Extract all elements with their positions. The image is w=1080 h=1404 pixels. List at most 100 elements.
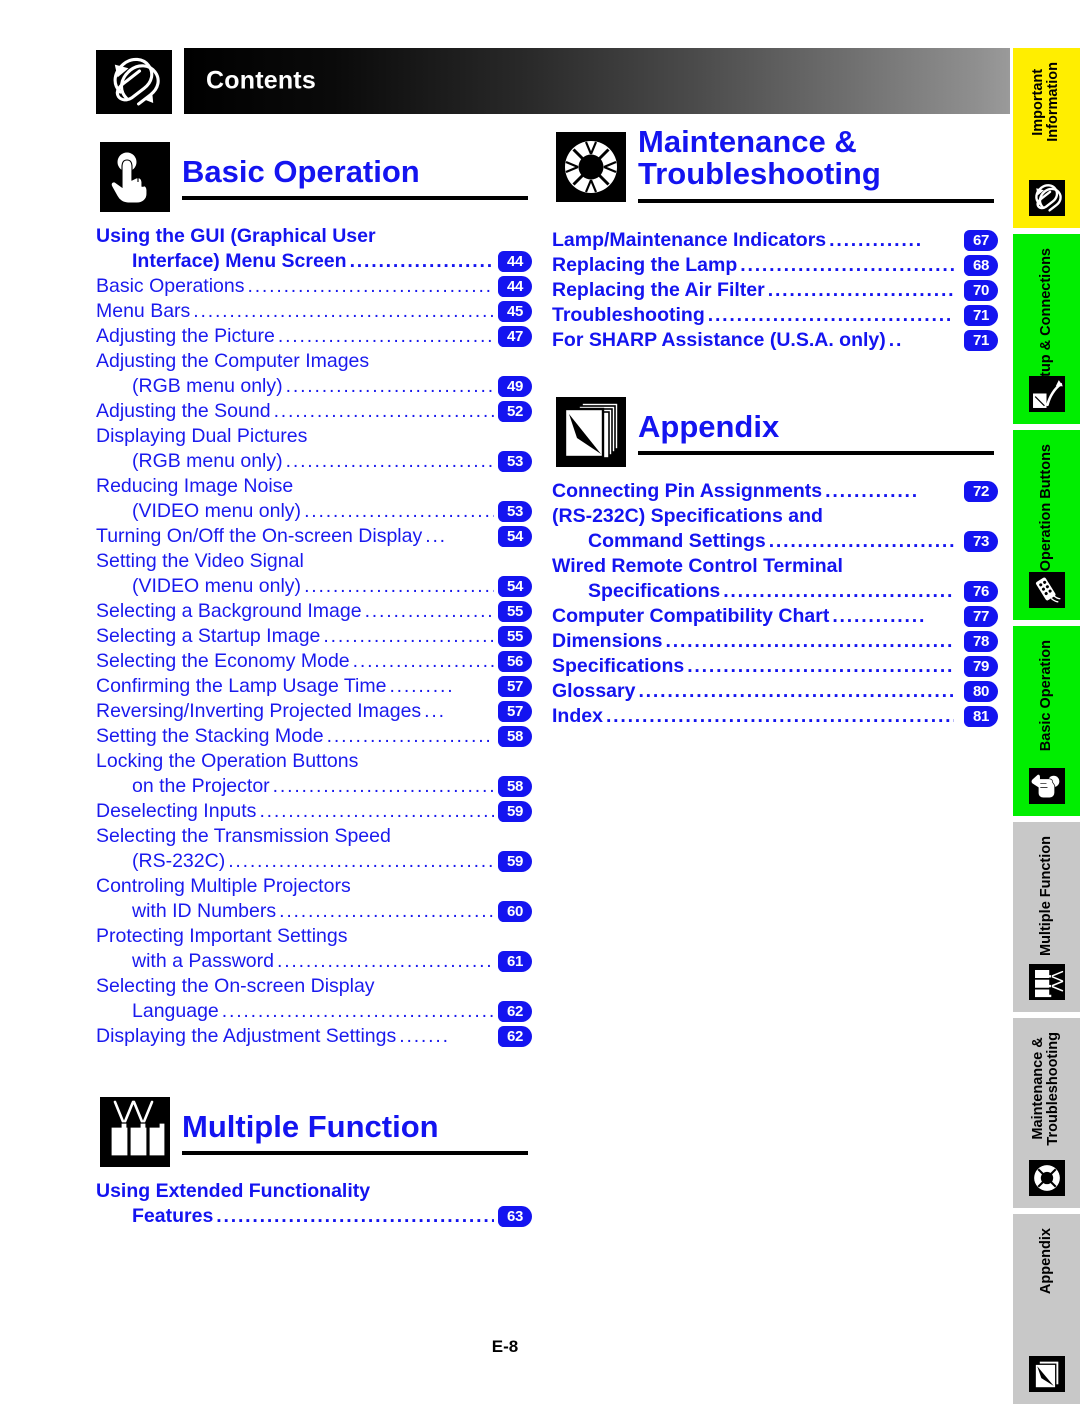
- toc-entry[interactable]: Setting the Video Signal ......: [96, 549, 532, 574]
- toc-entry-text: with ID Numbers: [132, 900, 277, 922]
- toc-entry[interactable]: Locking the Operation Buttons ......: [96, 749, 532, 774]
- toc-entry[interactable]: Wired Remote Control Terminal ......: [552, 554, 998, 579]
- toc-page-number: [498, 976, 532, 997]
- toc-entry[interactable]: Adjusting the Picture ..................…: [96, 324, 532, 349]
- toc-entry[interactable]: Selecting the Economy Mode .............…: [96, 649, 532, 674]
- toc-entry-text: Adjusting the Sound: [96, 400, 271, 422]
- toc-entry[interactable]: (VIDEO menu only) ......................…: [96, 499, 532, 524]
- leader-dots: ........................................…: [216, 1206, 494, 1227]
- toc-entry[interactable]: Language ...............................…: [96, 999, 532, 1024]
- toc-entry[interactable]: Displaying the Adjustment Settings .....…: [96, 1024, 532, 1049]
- toc-entry[interactable]: Dimensions .............................…: [552, 629, 998, 654]
- toc-entry-text: Setting the Stacking Mode: [96, 725, 324, 747]
- toc-page-number: [498, 876, 532, 897]
- toc-entry[interactable]: Selecting the Transmission Speed ......: [96, 824, 532, 849]
- toc-entry[interactable]: Troubleshooting ........................…: [552, 303, 998, 328]
- toc-entry[interactable]: Selecting a Background Image ...........…: [96, 599, 532, 624]
- sidebar-tab-operation-buttons[interactable]: Operation Buttons: [1013, 430, 1080, 620]
- toc-entry-text: Troubleshooting: [552, 304, 705, 326]
- paperclip-icon: [96, 50, 172, 114]
- toc-entry-text: Specifications: [588, 580, 721, 602]
- toc-entry[interactable]: Interface) Menu Screen .................…: [96, 249, 532, 274]
- toc-entry[interactable]: (RGB menu only) ........................…: [96, 374, 532, 399]
- toc-entry[interactable]: Index ..................................…: [552, 704, 998, 729]
- toc-page-number: 53: [498, 501, 532, 522]
- section-appendix: Appendix Connecting Pin Assignments ....…: [552, 395, 998, 727]
- leader-dots: ........................................…: [665, 631, 954, 652]
- toc-page-number: 44: [498, 251, 532, 272]
- toc-entry[interactable]: Menu Bars ..............................…: [96, 299, 532, 324]
- toc-entry[interactable]: Replacing the Air Filter ...............…: [552, 278, 998, 303]
- toc-entry[interactable]: Lamp/Maintenance Indicators ............…: [552, 228, 998, 253]
- toc-page-number: [498, 551, 532, 572]
- toc-entry[interactable]: Protecting Important Settings ......: [96, 924, 532, 949]
- toc-entry[interactable]: Adjusting the Computer Images ......: [96, 349, 532, 374]
- toc-entry[interactable]: Replacing the Lamp .....................…: [552, 253, 998, 278]
- toc-entry[interactable]: Specifications .........................…: [552, 579, 998, 604]
- toc-entry[interactable]: Deselecting Inputs .....................…: [96, 799, 532, 824]
- toc-entry[interactable]: on the Projector .......................…: [96, 774, 532, 799]
- leader-dots: .............: [832, 606, 927, 627]
- sidebar-tab-basic-operation[interactable]: Basic Operation: [1013, 626, 1080, 816]
- leader-dots: ........................................…: [768, 531, 954, 552]
- toc-entry[interactable]: (RS-232C) Specifications and ......: [552, 504, 998, 529]
- sidebar-tab-maintenance-troubleshooting[interactable]: Maintenance & Troubleshooting: [1013, 1018, 1080, 1208]
- toc-entry[interactable]: (RGB menu only) ........................…: [96, 449, 532, 474]
- toc-entry[interactable]: Adjusting the Sound ....................…: [96, 399, 532, 424]
- toc-entry[interactable]: Reducing Image Noise ......: [96, 474, 532, 499]
- leader-dots: ..: [888, 330, 904, 351]
- section-header: Maintenance & Troubleshooting: [552, 125, 998, 220]
- toc-entry[interactable]: Confirming the Lamp Usage Time .........…: [96, 674, 532, 699]
- toc-entry[interactable]: Turning On/Off the On-screen Display ...…: [96, 524, 532, 549]
- toc-entry-text: on the Projector: [132, 775, 270, 797]
- leader-dots: ........................................…: [228, 851, 494, 872]
- toc-entry[interactable]: Reversing/Inverting Projected Images ...…: [96, 699, 532, 724]
- toc-entry[interactable]: Specifications .........................…: [552, 654, 998, 679]
- sidebar-tab-important-information[interactable]: Important Information: [1013, 48, 1080, 228]
- toc-entry[interactable]: (VIDEO menu only) ......................…: [96, 574, 532, 599]
- toc-page-number: 58: [498, 726, 532, 747]
- toc-entry[interactable]: Displaying Dual Pictures ......: [96, 424, 532, 449]
- toc-entry[interactable]: Controling Multiple Projectors ......: [96, 874, 532, 899]
- leader-dots: ........................................…: [272, 776, 494, 797]
- toc-entry-text: Setting the Video Signal: [96, 550, 304, 572]
- toc-entry[interactable]: Selecting a Startup Image ..............…: [96, 624, 532, 649]
- toc-page-number: [498, 1181, 532, 1202]
- toc-entry-text: with a Password: [132, 950, 274, 972]
- sidebar-tab-appendix[interactable]: Appendix: [1013, 1214, 1080, 1404]
- toc-entry[interactable]: with ID Numbers ........................…: [96, 899, 532, 924]
- toc-page-number: 59: [498, 851, 532, 872]
- toc-page-number: 62: [498, 1001, 532, 1022]
- toc-page-number: [498, 476, 532, 497]
- toc-entry-text: Selecting the Transmission Speed: [96, 825, 391, 847]
- sidebar-tab-multiple-function[interactable]: Multiple Function: [1013, 822, 1080, 1012]
- sidebar-tab-setup-connections[interactable]: Setup & Connections: [1013, 234, 1080, 424]
- toc-entry[interactable]: Computer Compatibility Chart ...........…: [552, 604, 998, 629]
- toc-page-number: 55: [498, 601, 532, 622]
- toc-page-number: 52: [498, 401, 532, 422]
- toc-page-number: 44: [498, 276, 532, 297]
- toc-entry[interactable]: Selecting the On-screen Display ......: [96, 974, 532, 999]
- toc-page-number: 54: [498, 526, 532, 547]
- section-header: Appendix: [552, 395, 998, 471]
- toc-entry[interactable]: Command Settings .......................…: [552, 529, 998, 554]
- section-rule: [638, 451, 994, 455]
- toc-entry[interactable]: Features ...............................…: [96, 1204, 532, 1229]
- toc-entry[interactable]: Setting the Stacking Mode ..............…: [96, 724, 532, 749]
- toc-page-number: 76: [964, 581, 998, 602]
- leader-dots: ........................................…: [326, 726, 494, 747]
- toc-entry[interactable]: Connecting Pin Assignments .............…: [552, 479, 998, 504]
- section-title-line-2: Troubleshooting: [638, 156, 881, 192]
- toc-entry[interactable]: (RS-232C) ..............................…: [96, 849, 532, 874]
- toc-entry-text: Basic Operations: [96, 275, 245, 297]
- contents-page: Contents Basic Operation Using the GUI (…: [0, 0, 1080, 1404]
- toc-entry[interactable]: Glossary ...............................…: [552, 679, 998, 704]
- section-maintenance-troubleshooting: Maintenance & Troubleshooting Lamp/Maint…: [552, 125, 998, 351]
- toc-entry[interactable]: Using Extended Functionality ......: [96, 1179, 532, 1204]
- toc-entry[interactable]: Using the GUI (Graphical User ..........…: [96, 224, 532, 249]
- toc-entry-text: Deselecting Inputs: [96, 800, 257, 822]
- toc-entry-text: Glossary: [552, 680, 636, 702]
- toc-entry[interactable]: Basic Operations .......................…: [96, 274, 532, 299]
- toc-entry[interactable]: with a Password ........................…: [96, 949, 532, 974]
- toc-entry[interactable]: For SHARP Assistance (U.S.A. only) .. 71: [552, 328, 998, 353]
